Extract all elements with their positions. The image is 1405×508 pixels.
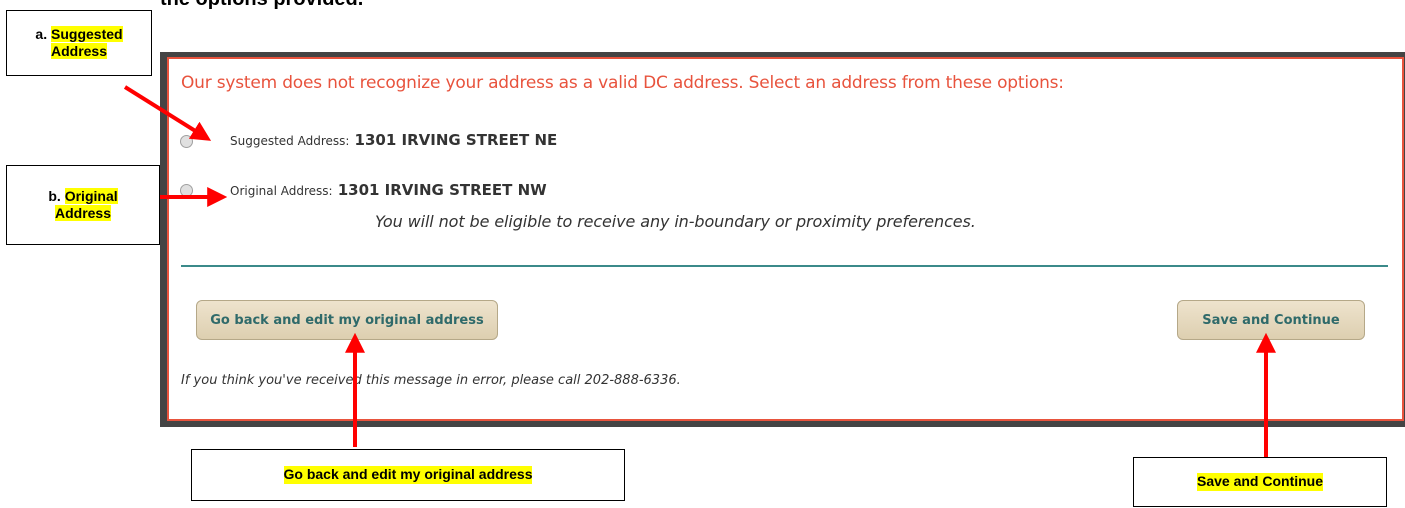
suggested-address-value: 1301 IRVING STREET NE <box>354 131 558 149</box>
callout-suggested-address: a. Suggested Address <box>6 10 152 76</box>
callout-original-line1: Original <box>64 187 118 204</box>
go-back-button[interactable]: Go back and edit my original address <box>196 300 498 340</box>
ineligibility-warning: You will not be eligible to receive any … <box>375 212 976 231</box>
suggested-address-label: Suggested Address: <box>230 134 350 148</box>
callout-save: Save and Continue <box>1133 457 1387 507</box>
instruction-text: the options provided. <box>160 0 363 11</box>
divider <box>181 265 1388 267</box>
callout-suggested-line1: Suggested <box>51 25 123 42</box>
callout-original-address: b. Original Address <box>6 165 160 245</box>
callout-suggested-line2: Address <box>50 43 108 59</box>
callout-original-line2: Address <box>54 205 112 221</box>
suggested-address-option[interactable]: Suggested Address: 1301 IRVING STREET NE <box>230 130 557 149</box>
original-address-radio[interactable] <box>180 184 193 197</box>
error-help-note: If you think you've received this messag… <box>181 373 681 388</box>
original-address-value: 1301 IRVING STREET NW <box>337 181 547 199</box>
callout-save-text: Save and Continue <box>1196 473 1324 491</box>
callout-go-back: Go back and edit my original address <box>191 449 625 501</box>
error-message: Our system does not recognize your addre… <box>181 73 1064 93</box>
original-address-label: Original Address: <box>230 184 333 198</box>
address-dialog <box>167 57 1404 421</box>
callout-original-prefix: b. <box>48 187 61 204</box>
save-and-continue-button[interactable]: Save and Continue <box>1177 300 1365 340</box>
callout-suggested-prefix: a. <box>35 25 48 42</box>
original-address-option[interactable]: Original Address: 1301 IRVING STREET NW <box>230 180 547 199</box>
callout-go-back-text: Go back and edit my original address <box>283 466 533 484</box>
suggested-address-radio[interactable] <box>180 135 193 148</box>
